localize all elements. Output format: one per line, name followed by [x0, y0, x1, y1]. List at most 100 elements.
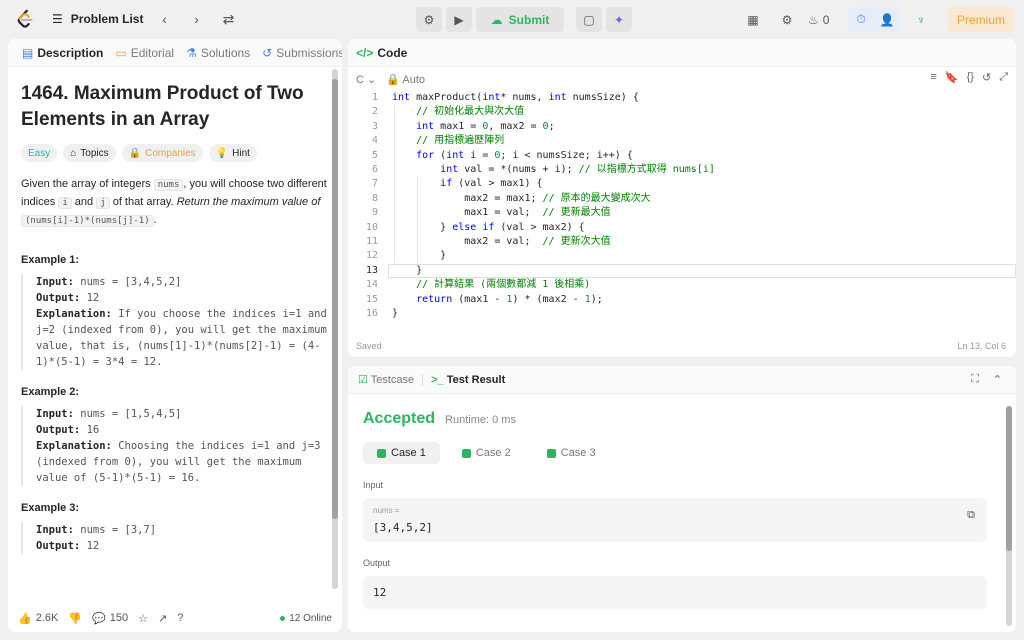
tab-solutions[interactable]: ⚗ Solutions	[180, 46, 256, 60]
input-label: Input	[363, 480, 384, 490]
gear-icon[interactable]: ⚙	[774, 7, 800, 32]
check-icon	[377, 448, 386, 458]
problem-list-button[interactable]: ☰ Problem List	[52, 12, 143, 26]
tab-testcase[interactable]: ☑ Testcase	[358, 373, 414, 386]
result-content: Accepted Runtime: 0 ms Case 1 Case 2 Cas…	[348, 394, 1016, 625]
code-icon: </>	[356, 45, 374, 60]
braces-icon[interactable]: {}	[967, 71, 974, 84]
description-panel: ▤ Description ▭ Editorial ⚗ Solutions ↺ Subm…	[8, 39, 342, 632]
auto-mode[interactable]: 🔒 Auto	[386, 73, 425, 86]
example-box: Input: nums = [3,4,5,2] Output: 12 Expla…	[21, 274, 329, 370]
hint-tag[interactable]: 💡 Hint	[208, 144, 257, 162]
tag-row: Easy ⌂ Topics 🔒 Companies 💡 Hint	[21, 144, 329, 162]
question-icon: ?	[177, 612, 184, 624]
expand-icon[interactable]: ⛶	[971, 373, 979, 386]
dislike-button[interactable]: 👎	[68, 612, 82, 625]
next-problem-button[interactable]: ›	[185, 8, 207, 30]
flame-icon: ♨	[808, 12, 819, 27]
list-icon: ☰	[52, 12, 63, 26]
lock-icon: 🔒	[386, 73, 400, 86]
document-icon: ▤	[22, 45, 34, 60]
top-bar: ☰ Problem List ‹ › ⇄ ⚙ ▶ ☁ Submit ▢ ✦ ▦ ⚙…	[0, 0, 1024, 38]
code-tab[interactable]: </> Code	[348, 39, 1016, 67]
add-user-icon[interactable]: 👤	[874, 7, 900, 32]
prev-problem-button[interactable]: ‹	[153, 8, 175, 30]
lock-icon: 🔒	[128, 147, 142, 159]
tab-description[interactable]: ▤ Description	[16, 46, 109, 60]
lightbulb-icon: 💡	[215, 147, 229, 159]
check-icon	[546, 448, 556, 458]
online-count: 12 Online	[280, 613, 332, 624]
comments-button[interactable]: 💬 150	[92, 612, 128, 625]
timer-icon[interactable]: ⏱	[848, 7, 874, 32]
problem-title: 1464. Maximum Product of Two Elements in…	[21, 83, 304, 130]
problem-statement: Given the array of integers nums, you wi…	[21, 178, 327, 227]
saved-status: Saved	[356, 341, 382, 351]
accepted-status: Accepted	[363, 410, 436, 427]
run-button[interactable]: ▶	[446, 7, 472, 32]
result-tab-bar: ☑ Testcase >_ Test Result ⛶ ⌃	[348, 366, 1016, 394]
runtime-label: Runtime: 0 ms	[445, 414, 516, 426]
description-footer: 👍 2.6K 👎 💬 150 ☆ ↗ ? 12 Online	[8, 604, 342, 632]
flask-icon: ⚗	[186, 45, 197, 60]
scrollbar-thumb[interactable]	[1006, 406, 1012, 551]
example-heading: Example 3:	[21, 502, 80, 514]
cursor-position: Ln 13, Col 6	[957, 341, 1006, 351]
check-icon	[461, 448, 471, 458]
input-box: nums = [3,4,5,2] ⧉	[363, 498, 987, 542]
output-label: Output	[363, 558, 391, 568]
terminal-icon: >_	[431, 373, 444, 386]
favorite-button[interactable]: ☆	[138, 612, 148, 625]
shuffle-icon[interactable]: ⇄	[217, 8, 239, 30]
layout-icon[interactable]: ▦	[740, 7, 766, 32]
language-select[interactable]: C ⌄	[356, 73, 376, 86]
problem-description: 1464. Maximum Product of Two Elements in…	[8, 67, 342, 604]
cloud-upload-icon: ☁	[490, 12, 503, 27]
fullscreen-icon[interactable]: ⤢	[999, 71, 1008, 84]
result-panel: ☑ Testcase >_ Test Result ⛶ ⌃ Accepted R…	[348, 366, 1016, 632]
scrollbar-thumb[interactable]	[332, 79, 338, 519]
note-icon: ▢	[583, 12, 595, 27]
output-box: 12	[363, 576, 987, 609]
copy-icon[interactable]: ⧉	[967, 508, 975, 522]
online-dot-icon	[280, 615, 286, 621]
left-tab-bar: ▤ Description ▭ Editorial ⚗ Solutions ↺ Subm…	[8, 39, 342, 67]
thumbs-down-icon: 👎	[68, 612, 83, 625]
tab-test-result[interactable]: >_ Test Result	[431, 374, 505, 386]
tab-submissions[interactable]: ↺ Submissions	[256, 46, 342, 60]
premium-button[interactable]: Premium	[948, 7, 1014, 32]
checkbox-icon: ☑	[358, 374, 368, 386]
help-button[interactable]: ?	[177, 612, 183, 624]
star-icon: ☆	[138, 612, 148, 625]
ai-button[interactable]: ✦	[606, 7, 632, 32]
code-editor[interactable]: 1 2 3 4 5 6 7 8 9 10 11 12 13 14 15 16 int maxProduct(i…	[348, 91, 1016, 323]
case-tab-2[interactable]: Case 2	[448, 442, 525, 464]
bug-icon: ⚙	[423, 12, 435, 27]
sparkle-icon: ✦	[613, 12, 625, 27]
history-icon: ↺	[262, 45, 273, 60]
leetcode-logo-icon[interactable]	[14, 8, 36, 30]
source-code: int maxProduct(int* nums, int numsSize) …	[392, 92, 715, 320]
case-tab-3[interactable]: Case 3	[533, 442, 610, 464]
notes-button[interactable]: ▢	[576, 7, 602, 32]
case-tabs: Case 1 Case 2 Case 3	[363, 442, 1001, 464]
format-icon[interactable]: ≡	[930, 71, 936, 84]
thumbs-up-icon: 👍	[18, 612, 32, 625]
trophy-icon[interactable]: ♆	[908, 7, 934, 32]
debug-button[interactable]: ⚙	[416, 7, 442, 32]
tab-editorial[interactable]: ▭ Editorial	[109, 46, 180, 60]
case-tab-1[interactable]: Case 1	[363, 442, 440, 464]
code-panel: </> Code C ⌄ 🔒 Auto ≡ 🔖 {} ↺ ⤢ 1234567891…	[348, 39, 1016, 357]
submit-button[interactable]: ☁ Submit	[476, 7, 564, 32]
reset-icon[interactable]: ↺	[982, 71, 991, 84]
collapse-icon[interactable]: ⌃	[993, 373, 1002, 386]
like-button[interactable]: 👍 2.6K	[18, 612, 58, 625]
example-box: Input: nums = [3,7] Output: 12	[21, 522, 329, 554]
topics-tag[interactable]: ⌂ Topics	[63, 144, 116, 162]
share-button[interactable]: ↗	[158, 612, 167, 625]
companies-tag[interactable]: 🔒 Companies	[121, 144, 203, 162]
streak-counter[interactable]: ♨ 0	[808, 13, 840, 27]
bookmark-icon[interactable]: 🔖	[945, 71, 959, 84]
comment-icon: 💬	[92, 612, 106, 625]
play-icon: ▶	[454, 12, 464, 27]
